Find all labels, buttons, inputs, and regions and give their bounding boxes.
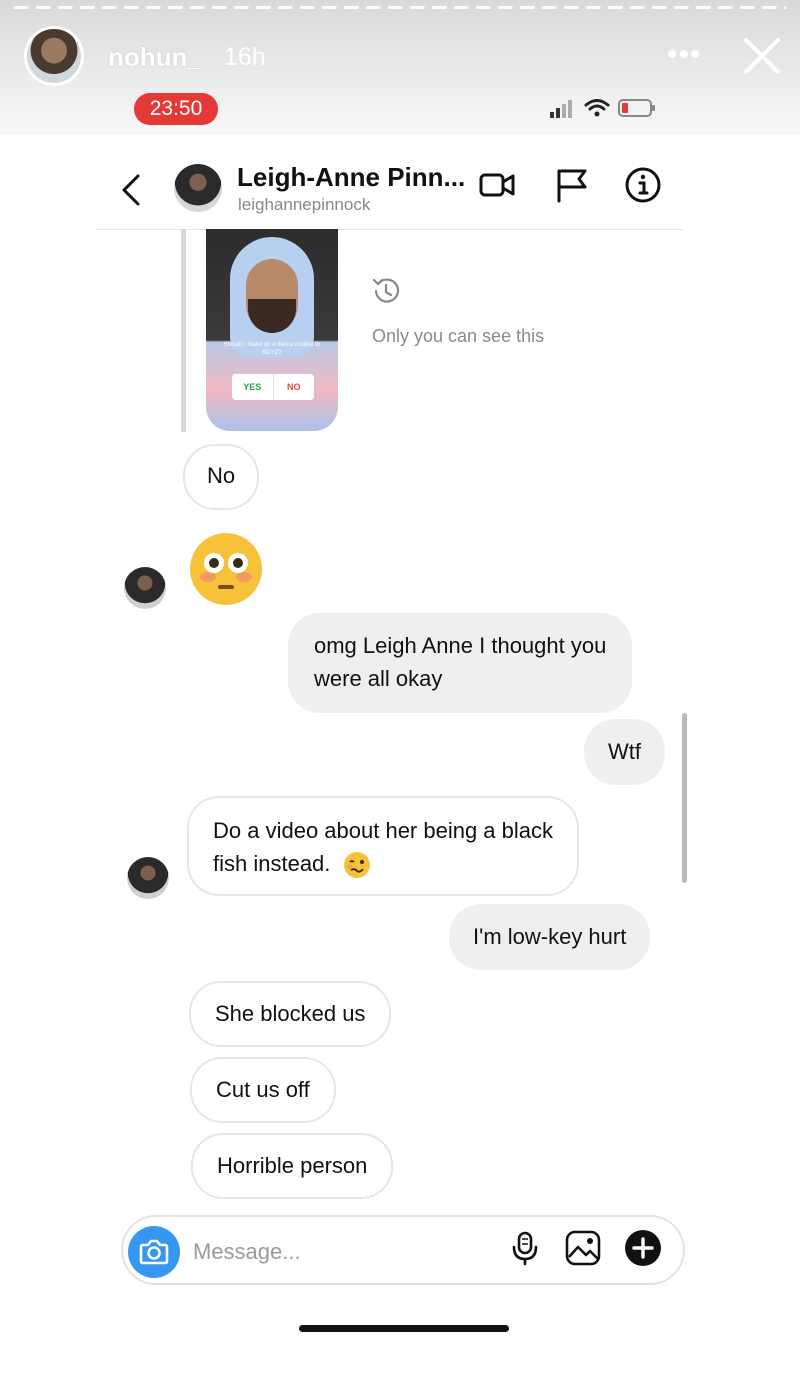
message-text: Wtf	[608, 739, 641, 764]
message-text: were all okay	[314, 666, 443, 691]
contact-avatar[interactable]	[174, 164, 222, 212]
message-bubble[interactable]: Do a video about her being a black fish …	[187, 796, 580, 896]
message-text: Horrible person	[217, 1153, 368, 1178]
poll-question: Should I make up a dance routine to BOYZ…	[223, 342, 321, 356]
reply-indicator-bar	[181, 229, 186, 432]
contact-handle[interactable]: leighannepinnock	[238, 195, 370, 215]
poll-yes: YES	[232, 374, 274, 400]
message-text: She blocked us	[215, 1001, 366, 1026]
message-text: I'm low-key hurt	[473, 924, 627, 949]
status-clock: 23:50	[134, 93, 218, 125]
shared-story-thumbnail[interactable]: Should I make up a dance routine to BOYZ…	[206, 229, 338, 431]
poll-no: NO	[287, 382, 301, 392]
wifi-icon	[584, 99, 610, 117]
back-chevron-icon[interactable]	[118, 172, 144, 208]
contact-name[interactable]: Leigh-Anne Pinn...	[237, 162, 465, 193]
image-icon[interactable]	[564, 1229, 602, 1267]
visibility-note: Only you can see this	[372, 326, 545, 346]
story-time-ago: 16h	[224, 43, 266, 71]
status-icons	[550, 99, 655, 118]
message-bubble[interactable]: I'm low-key hurt	[449, 904, 651, 970]
signal-icon	[550, 100, 572, 118]
story-progress-bar	[14, 6, 786, 9]
message-text: Cut us off	[216, 1077, 310, 1102]
camera-button[interactable]	[128, 1226, 180, 1278]
message-bubble[interactable]: Horrible person	[191, 1133, 394, 1199]
message-bubble[interactable]: omg Leigh Anne I thought you were all ok…	[288, 613, 633, 713]
message-bubble[interactable]: Wtf	[584, 719, 665, 785]
story-author-avatar[interactable]	[24, 26, 84, 86]
flushed-face-icon[interactable]	[188, 531, 264, 607]
message-bubble[interactable]: No	[183, 444, 260, 510]
info-icon[interactable]	[624, 166, 662, 204]
message-bubble[interactable]: She blocked us	[189, 981, 392, 1047]
camera-icon	[139, 1239, 169, 1265]
video-call-icon[interactable]	[478, 166, 516, 204]
message-input[interactable]	[193, 1234, 493, 1270]
flag-icon[interactable]	[552, 166, 590, 204]
woozy-face-icon	[343, 852, 370, 879]
message-text: fish instead.	[213, 851, 331, 876]
home-indicator[interactable]	[299, 1325, 509, 1332]
battery-low-icon	[618, 99, 655, 117]
scrollbar[interactable]	[682, 713, 687, 883]
story-username[interactable]: nohun_	[108, 42, 202, 73]
message-bubble[interactable]: Cut us off	[190, 1057, 336, 1123]
contact-small-avatar[interactable]	[124, 567, 166, 609]
message-text: Do a video about her being a black	[213, 818, 554, 843]
message-text: omg Leigh Anne I thought you	[314, 633, 607, 658]
close-icon[interactable]	[740, 34, 784, 78]
microphone-icon[interactable]	[506, 1229, 544, 1267]
poll-sticker: YES NO	[232, 374, 314, 400]
more-dots-icon[interactable]: •••	[667, 38, 702, 72]
plus-icon[interactable]	[624, 1229, 662, 1267]
contact-small-avatar[interactable]	[127, 857, 169, 899]
history-icon	[372, 278, 400, 303]
message-text: No	[207, 463, 236, 488]
